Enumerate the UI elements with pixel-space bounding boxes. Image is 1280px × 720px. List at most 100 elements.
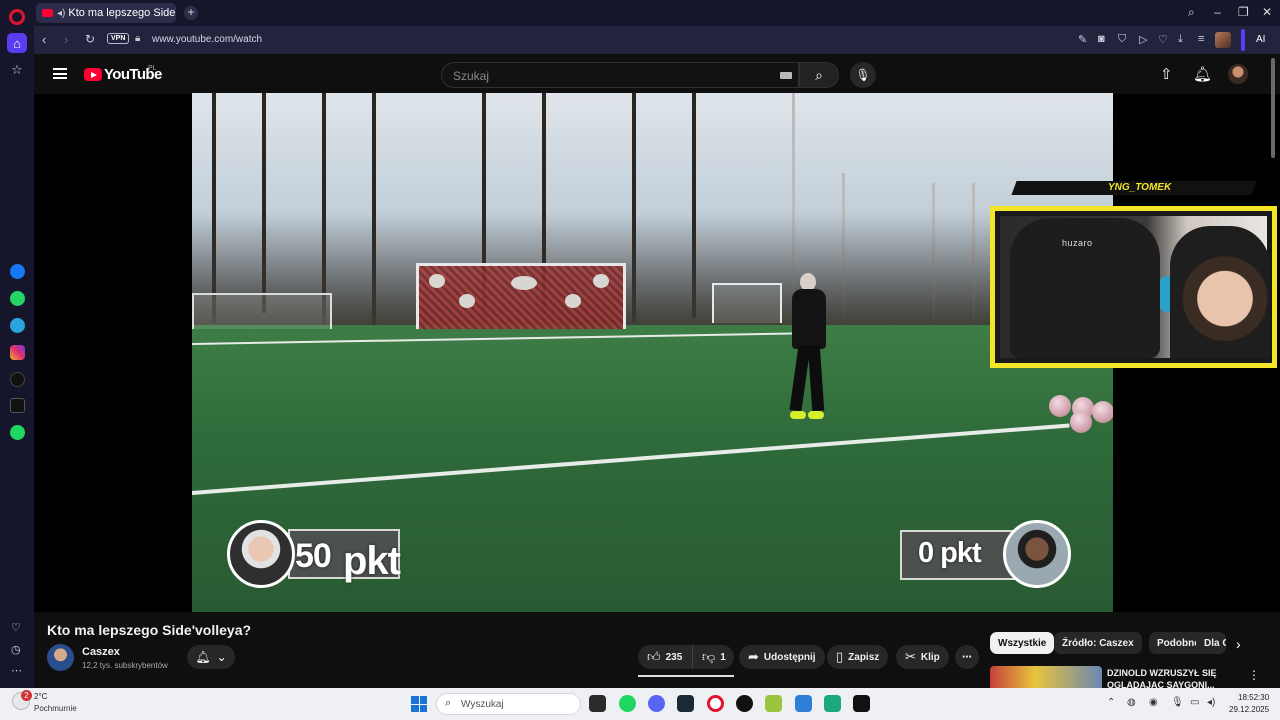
- share-button[interactable]: ➦ Udostępnij: [739, 645, 825, 669]
- account-avatar[interactable]: [1228, 64, 1248, 84]
- messenger-icon[interactable]: [10, 264, 25, 279]
- channel-name[interactable]: Caszex: [82, 646, 120, 658]
- bell-icon[interactable]: 🔔︎: [1193, 65, 1212, 83]
- new-tab-button[interactable]: +: [184, 6, 198, 20]
- opera-icon[interactable]: [707, 695, 724, 712]
- taskbar-search[interactable]: ⌕ Wyszukaj: [436, 693, 581, 715]
- chip-source[interactable]: Źródło: Caszex: [1054, 632, 1142, 654]
- heart-icon[interactable]: ♡: [11, 621, 21, 634]
- player-leg: [807, 344, 825, 412]
- edit-icon[interactable]: ✎: [1078, 33, 1087, 46]
- history-icon[interactable]: ◷: [11, 643, 21, 656]
- url-field[interactable]: www.youtube.com/watch: [152, 34, 262, 45]
- search-placeholder: Szukaj: [453, 69, 490, 83]
- forward-icon[interactable]: ›: [64, 32, 68, 47]
- instagram-icon[interactable]: [10, 345, 25, 360]
- steam-icon[interactable]: [677, 695, 694, 712]
- webcam-overlay: huzaro: [990, 206, 1277, 368]
- clip-button[interactable]: ✂ Klip: [896, 645, 949, 669]
- maximize-button[interactable]: ❐: [1238, 5, 1249, 19]
- task-view-icon[interactable]: [589, 695, 606, 712]
- opera-logo-icon[interactable]: [9, 9, 25, 25]
- weather-temp[interactable]: 2°C: [34, 692, 47, 701]
- vpn-badge[interactable]: VPN: [107, 33, 130, 44]
- app-icon[interactable]: [736, 695, 753, 712]
- more-icon[interactable]: ⋯: [11, 664, 22, 677]
- reload-icon[interactable]: ↻: [85, 32, 95, 46]
- weather-condition[interactable]: Pochmurnie: [34, 704, 77, 713]
- voice-search-button[interactable]: 🎙︎: [850, 62, 876, 88]
- tiktok-icon[interactable]: [10, 372, 25, 387]
- youtube-logo-icon[interactable]: [84, 68, 102, 81]
- speaker-icon[interactable]: ◂): [57, 8, 65, 19]
- player-right-avatar: [1003, 520, 1071, 588]
- sidebar-toggle[interactable]: [1241, 29, 1245, 51]
- spotify-icon[interactable]: [619, 695, 636, 712]
- like-button[interactable]: 👍︎ 235: [638, 645, 692, 669]
- save-button[interactable]: ▯ Zapisz: [827, 645, 889, 669]
- dislike-button[interactable]: 👎︎ 1: [692, 645, 734, 669]
- subscription-bell-button[interactable]: 🔔︎ ⌄: [187, 645, 235, 669]
- streamer: [1170, 226, 1270, 358]
- keyboard-icon[interactable]: [780, 72, 792, 79]
- more-vertical-icon[interactable]: ⋮: [1248, 668, 1260, 682]
- app-icon[interactable]: [765, 695, 782, 712]
- goal-hole: [459, 294, 475, 308]
- goal-hole: [593, 274, 609, 288]
- search-input[interactable]: Szukaj: [441, 62, 799, 88]
- lock-icon[interactable]: 🔒︎: [135, 33, 140, 44]
- bell-icon: 🔔︎: [195, 650, 211, 664]
- menu-icon[interactable]: ≡: [1198, 33, 1204, 45]
- heart-icon[interactable]: ♡: [1158, 33, 1168, 46]
- webcam-feed: huzaro: [1000, 216, 1270, 358]
- like-ratio-bar: [638, 675, 734, 677]
- tray-app-icon[interactable]: ◍: [1127, 697, 1136, 708]
- recommendation-thumbnail[interactable]: [990, 666, 1102, 688]
- app-icon[interactable]: [795, 695, 812, 712]
- aria-button[interactable]: AI: [1256, 34, 1265, 45]
- microphone-icon[interactable]: 🎙︎: [1171, 697, 1184, 708]
- subscriber-count: 12,2 tys. subskrybentów: [82, 661, 168, 670]
- more-actions-button[interactable]: ⋯: [955, 645, 979, 669]
- search-button[interactable]: ⌕: [799, 62, 839, 88]
- chip-all[interactable]: Wszystkie: [990, 632, 1055, 654]
- tray-chevron-icon[interactable]: ⌃: [1107, 697, 1115, 708]
- minimize-button[interactable]: –: [1214, 5, 1221, 19]
- close-button[interactable]: ✕: [1262, 5, 1272, 19]
- x-icon[interactable]: [10, 398, 25, 413]
- windows-start-icon[interactable]: [411, 696, 427, 712]
- video-player[interactable]: 50 pkt 0 pkt: [192, 93, 1113, 612]
- chevron-right-icon[interactable]: ›: [1236, 636, 1241, 652]
- scrollbar[interactable]: [1271, 58, 1275, 158]
- home-icon[interactable]: ⌂: [7, 33, 27, 53]
- whatsapp-icon[interactable]: [10, 291, 25, 306]
- spotify-icon[interactable]: [10, 425, 25, 440]
- back-icon[interactable]: ‹: [42, 32, 46, 47]
- camera-icon[interactable]: ◙: [1098, 33, 1105, 45]
- app-icon[interactable]: [853, 695, 870, 712]
- thumbs-down-icon: 👎︎: [702, 649, 716, 664]
- play-icon[interactable]: ▷: [1139, 33, 1147, 46]
- taskbar-search-placeholder: Wyszukaj: [461, 699, 504, 710]
- clock-time[interactable]: 18:52:30: [1238, 693, 1269, 702]
- network-icon[interactable]: ▭: [1190, 697, 1199, 708]
- chip-for-you[interactable]: Dla Ciebie: [1196, 632, 1226, 654]
- chevron-down-icon: ⌄: [216, 650, 227, 664]
- app-icon[interactable]: [824, 695, 841, 712]
- telegram-icon[interactable]: [10, 318, 25, 333]
- search-tabs-icon[interactable]: ⌕: [1188, 5, 1195, 20]
- upload-icon[interactable]: ⇧: [1160, 65, 1173, 83]
- volume-icon[interactable]: ◂): [1207, 697, 1215, 708]
- shield-icon[interactable]: ⛉: [1118, 33, 1126, 46]
- profile-avatar[interactable]: [1215, 32, 1231, 48]
- channel-avatar[interactable]: [47, 644, 74, 671]
- goal-hole: [511, 276, 537, 290]
- active-tab[interactable]: ◂) Kto ma lepszego Side'volleya? - YouTu…: [36, 3, 176, 23]
- tray-app-icon[interactable]: ◉: [1149, 697, 1158, 708]
- discord-icon[interactable]: [648, 695, 665, 712]
- clock-date[interactable]: 29.12.2025: [1229, 705, 1269, 714]
- goal-hole: [429, 274, 445, 288]
- download-icon[interactable]: ⤓: [1178, 33, 1183, 46]
- hamburger-icon[interactable]: [53, 68, 67, 79]
- speed-dial-icon[interactable]: ☆: [7, 60, 27, 80]
